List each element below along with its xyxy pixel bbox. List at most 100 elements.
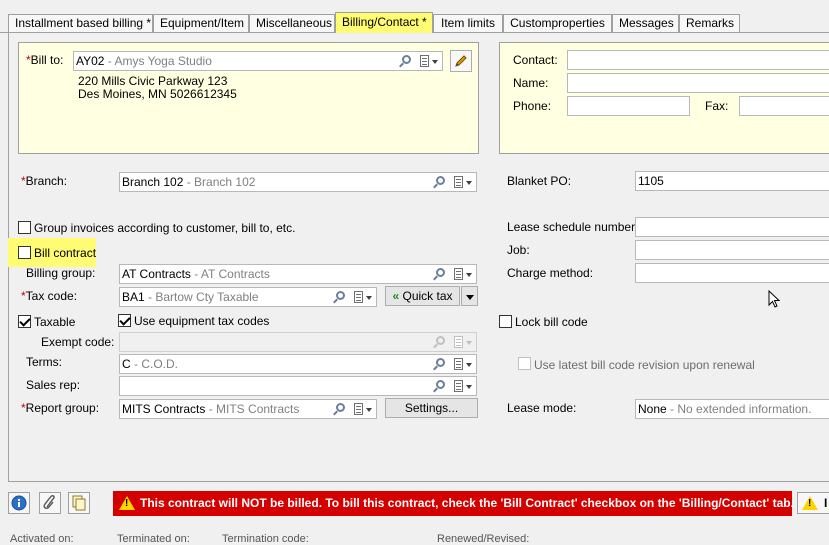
chevron-down-icon[interactable] (466, 273, 472, 277)
fax-field[interactable] (739, 96, 829, 116)
bill-to-field[interactable]: AY02 - Amys Yoga Studio (73, 51, 443, 71)
copy-icon (72, 495, 86, 511)
tab-billing-contact[interactable]: Billing/Contact * (335, 12, 433, 33)
bill-contract-label: Bill contract (34, 246, 97, 260)
name-field[interactable] (567, 73, 829, 93)
picklist-icon[interactable] (454, 358, 463, 370)
search-icon[interactable] (336, 291, 345, 300)
billing-group-label: Billing group: (26, 266, 96, 280)
blanket-po-field[interactable]: 1105 (635, 171, 829, 191)
search-icon[interactable] (436, 176, 445, 185)
tab-customproperties[interactable]: Customproperties (503, 14, 612, 33)
terms-label: Terms: (26, 355, 62, 369)
search-icon[interactable] (436, 358, 445, 367)
bill-to-address-line1: 220 Mills Civic Parkway 123 (78, 74, 228, 88)
renewed-revised-label: Renewed/Revised: (437, 533, 530, 545)
sales-rep-field[interactable] (119, 376, 477, 396)
terminated-on-label: Terminated on: (117, 533, 190, 545)
activated-on-label: Activated on: (10, 533, 74, 545)
info-button[interactable] (8, 492, 30, 514)
warning-icon: ! (119, 496, 135, 510)
exempt-code-field (119, 332, 477, 352)
mouse-cursor-icon (768, 290, 780, 308)
search-icon[interactable] (436, 268, 445, 277)
picklist-icon[interactable] (354, 403, 363, 415)
chevron-down-icon[interactable] (432, 60, 438, 64)
contact-field[interactable] (567, 50, 829, 70)
group-invoices-label: Group invoices according to customer, bi… (34, 221, 296, 235)
picklist-icon[interactable] (454, 268, 463, 280)
bill-contract-checkbox[interactable] (18, 246, 31, 259)
tab-messages[interactable]: Messages (612, 14, 679, 33)
use-equipment-tax-label: Use equipment tax codes (134, 314, 270, 328)
blanket-po-label: Blanket PO: (507, 174, 572, 188)
picklist-icon[interactable] (454, 380, 463, 392)
tab-item-limits[interactable]: Item limits (433, 14, 503, 33)
charge-method-field[interactable] (635, 263, 829, 283)
chevron-down-icon[interactable] (466, 385, 472, 389)
lease-schedule-label: Lease schedule number: (507, 220, 639, 234)
fax-label: Fax: (705, 99, 729, 113)
group-invoices-checkbox[interactable] (18, 221, 31, 234)
picklist-icon[interactable] (454, 176, 463, 188)
tab-remarks[interactable]: Remarks (679, 14, 740, 33)
picklist-icon[interactable] (354, 291, 363, 303)
quick-tax-button[interactable]: « Quick tax (385, 286, 460, 306)
search-icon[interactable] (402, 55, 411, 64)
edit-bill-to-button[interactable] (450, 50, 472, 72)
double-chevron-left-icon: « (392, 289, 400, 303)
report-group-field[interactable]: MITS Contracts - MITS Contracts (119, 399, 377, 419)
lock-bill-code-label: Lock bill code (515, 315, 588, 329)
report-group-label: *Report group: (21, 401, 100, 415)
latest-bill-code-label: Use latest bill code revision upon renew… (534, 358, 755, 372)
chevron-down-icon (465, 295, 474, 300)
lease-schedule-field[interactable] (635, 217, 829, 237)
branch-label: *Branch: (21, 174, 68, 188)
tab-installment-billing[interactable]: Installment based billing * (8, 14, 153, 33)
latest-bill-code-checkbox (518, 357, 531, 370)
lease-mode-label: Lease mode: (507, 401, 577, 415)
picklist-icon[interactable] (420, 55, 429, 67)
chevron-down-icon[interactable] (366, 296, 372, 300)
use-equipment-tax-checkbox[interactable] (118, 314, 131, 327)
banner-message: This contract will NOT be billed. To bil… (140, 496, 794, 510)
billing-group-field[interactable]: AT Contracts - AT Contracts (119, 264, 477, 284)
info-icon (11, 495, 27, 511)
settings-button[interactable]: Settings... (385, 398, 478, 418)
charge-method-label: Charge method: (507, 266, 594, 280)
lock-bill-code-checkbox[interactable] (499, 315, 512, 328)
job-label: Job: (507, 243, 530, 257)
sales-rep-label: Sales rep: (26, 378, 81, 392)
picklist-icon (454, 336, 463, 348)
not-billed-banner: ! This contract will NOT be billed. To b… (113, 491, 794, 516)
chevron-down-icon[interactable] (466, 181, 472, 185)
termination-code-label: Termination code: (222, 533, 309, 545)
extra-warning-button[interactable]: ! I (797, 492, 829, 514)
branch-field[interactable]: Branch 102 - Branch 102 (119, 172, 477, 192)
lease-mode-field[interactable]: None - No extended information. (635, 399, 829, 419)
terms-field[interactable]: C - C.O.D. (119, 354, 477, 374)
search-icon[interactable] (336, 403, 345, 412)
tax-code-field[interactable]: BA1 - Bartow Cty Taxable (119, 287, 377, 307)
chevron-down-icon[interactable] (366, 408, 372, 412)
copy-button[interactable] (68, 492, 90, 514)
search-icon[interactable] (436, 380, 445, 389)
attachment-button[interactable] (39, 492, 61, 514)
exempt-code-label: Exempt code: (41, 335, 115, 349)
warning-icon: ! (802, 496, 818, 510)
quick-tax-dropdown-button[interactable] (461, 286, 478, 306)
chevron-down-icon (466, 341, 472, 345)
paperclip-icon (43, 494, 55, 510)
job-field[interactable] (635, 240, 829, 260)
tax-code-label: *Tax code: (21, 289, 78, 303)
bill-to-label: *Bill to: (26, 53, 64, 67)
bill-to-address-line2: Des Moines, MN 5026612345 (78, 87, 237, 101)
taxable-checkbox[interactable] (18, 315, 31, 328)
tab-miscellaneous[interactable]: Miscellaneous (249, 14, 335, 33)
phone-field[interactable] (567, 96, 690, 116)
chevron-down-icon[interactable] (466, 363, 472, 367)
tab-equipment-item[interactable]: Equipment/Item (153, 14, 249, 33)
phone-label: Phone: (513, 99, 552, 113)
search-icon (436, 336, 445, 345)
pencil-icon (455, 55, 467, 67)
